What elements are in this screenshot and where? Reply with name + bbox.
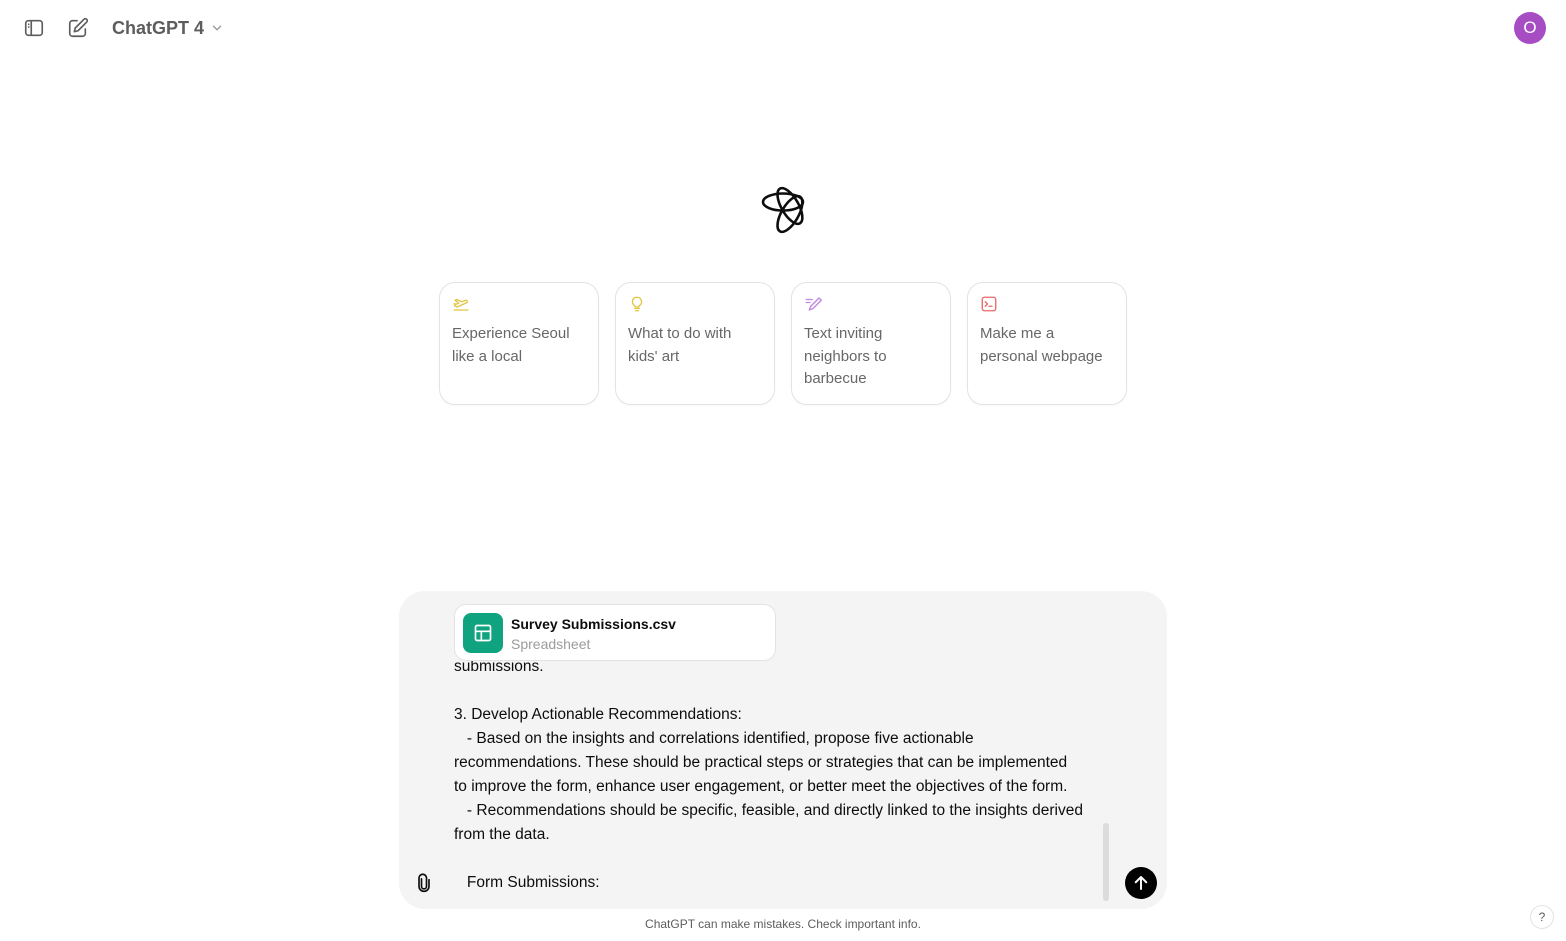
suggestion-card-webpage[interactable]: Make me a personal webpage bbox=[967, 282, 1127, 405]
message-input[interactable]: submissions. 3. Develop Actionable Recomm… bbox=[454, 655, 1104, 895]
attachment-type: Spreadsheet bbox=[511, 636, 591, 652]
pen-icon bbox=[805, 297, 822, 311]
help-label: ? bbox=[1538, 910, 1546, 924]
message-line: 3. Develop Actionable Recommendations: bbox=[454, 706, 742, 723]
chevron-down-icon bbox=[212, 25, 222, 31]
message-line: recommendations. These should be practic… bbox=[454, 754, 1068, 771]
sidebar-icon bbox=[24, 19, 44, 37]
new-chat-button[interactable] bbox=[62, 12, 94, 44]
attach-file-button[interactable] bbox=[411, 867, 437, 899]
suggestion-label: Text inviting neighbors to barbecue bbox=[804, 325, 887, 387]
openai-logo-icon bbox=[761, 186, 805, 234]
message-line bbox=[454, 847, 1104, 871]
terminal-icon bbox=[981, 296, 997, 312]
suggestion-label: What to do with kids' art bbox=[628, 325, 732, 365]
paperclip-icon bbox=[418, 873, 430, 893]
suggestion-label: Make me a personal webpage bbox=[980, 325, 1103, 365]
suggestion-card-seoul[interactable]: Experience Seoul like a local bbox=[439, 282, 599, 405]
message-line bbox=[454, 679, 1104, 703]
message-text: submissions. 3. Develop Actionable Recomm… bbox=[454, 658, 1104, 895]
edit-icon bbox=[68, 17, 89, 38]
message-line: - Based on the insights and correlations… bbox=[454, 730, 974, 747]
input-scrollbar[interactable] bbox=[1103, 823, 1109, 901]
lightbulb-icon bbox=[631, 296, 643, 312]
disclaimer-text: ChatGPT can make mistakes. Check importa… bbox=[645, 917, 921, 931]
send-button[interactable] bbox=[1125, 867, 1157, 899]
model-switcher[interactable]: ChatGPT 4 bbox=[104, 12, 232, 44]
message-line: from the data. bbox=[454, 826, 550, 843]
suggestion-cards: Experience Seoul like a local What to do… bbox=[439, 282, 1127, 405]
file-attachment[interactable]: Survey Submissions.csv Spreadsheet bbox=[454, 604, 776, 661]
sidebar-toggle-button[interactable] bbox=[18, 12, 50, 44]
message-line: to improve the form, enhance user engage… bbox=[454, 778, 1068, 795]
message-line: - Recommendations should be specific, fe… bbox=[454, 802, 1083, 819]
message-composer: Survey Submissions.csv Spreadsheet submi… bbox=[399, 591, 1167, 909]
arrow-up-icon bbox=[1134, 876, 1148, 890]
spreadsheet-icon bbox=[463, 613, 503, 653]
avatar[interactable]: O bbox=[1514, 12, 1546, 44]
attachment-filename: Survey Submissions.csv bbox=[511, 616, 676, 632]
message-line: Form Submissions: bbox=[454, 874, 600, 891]
suggestion-card-barbecue[interactable]: Text inviting neighbors to barbecue bbox=[791, 282, 951, 405]
help-button[interactable]: ? bbox=[1530, 905, 1554, 929]
suggestion-card-kids-art[interactable]: What to do with kids' art bbox=[615, 282, 775, 405]
avatar-initial: O bbox=[1523, 18, 1537, 37]
plane-icon bbox=[453, 298, 469, 311]
suggestion-label: Experience Seoul like a local bbox=[452, 325, 570, 365]
model-name: ChatGPT 4 bbox=[112, 17, 205, 38]
